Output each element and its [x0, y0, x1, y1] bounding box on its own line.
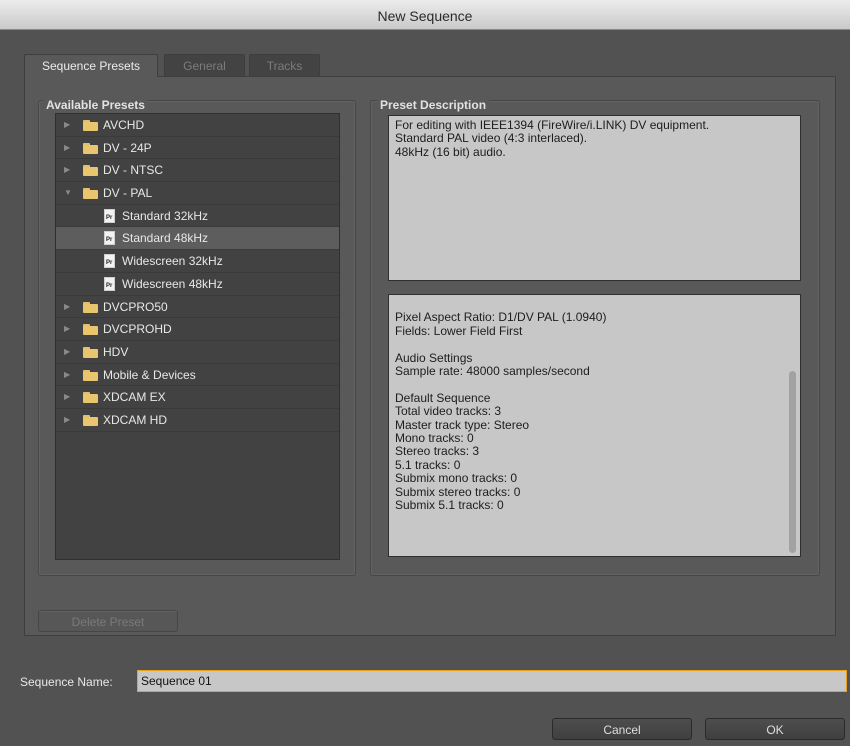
folder-icon: [83, 346, 98, 358]
preset-description-summary: For editing with IEEE1394 (FireWire/i.LI…: [388, 115, 801, 281]
tree-item-label: Mobile & Devices: [103, 367, 196, 382]
cancel-button[interactable]: Cancel: [552, 718, 692, 740]
tree-item-label: XDCAM EX: [103, 390, 166, 405]
tree-folder-row[interactable]: ▶ DVCPRO50: [56, 296, 339, 319]
delete-preset-button[interactable]: Delete Preset: [38, 610, 178, 632]
folder-icon: [83, 324, 98, 336]
tree-item-label: DV - NTSC: [103, 163, 163, 178]
window-title: New Sequence: [377, 8, 473, 24]
tree-item-label: DVCPROHD: [103, 322, 172, 337]
preset-file-icon-text: Pr: [106, 260, 113, 267]
preset-description-details: Pixel Aspect Ratio: D1/DV PAL (1.0940) F…: [388, 294, 801, 557]
disclosure-collapsed-icon[interactable]: ▶: [64, 114, 74, 136]
tree-item-label: XDCAM HD: [103, 412, 168, 427]
preset-file-icon: Pr: [104, 208, 115, 223]
preset-description-title: Preset Description: [377, 98, 490, 112]
tree-item-label: Standard 48kHz: [122, 231, 209, 246]
tree-folder-row[interactable]: ▶ Mobile & Devices: [56, 364, 339, 387]
folder-icon: [83, 392, 98, 404]
tree-item-label: DV - PAL: [103, 186, 153, 201]
tree-folder-row[interactable]: ▶ HDV: [56, 341, 339, 364]
folder-icon: [83, 165, 98, 177]
tree-preset-row[interactable]: Pr Standard 32kHz: [56, 205, 339, 228]
disclosure-collapsed-icon[interactable]: ▶: [64, 341, 74, 363]
disclosure-collapsed-icon[interactable]: ▶: [64, 364, 74, 386]
tab-general[interactable]: General: [164, 54, 245, 76]
tree-preset-row[interactable]: Pr Standard 48kHz: [56, 227, 339, 251]
ok-button[interactable]: OK: [705, 718, 845, 740]
disclosure-collapsed-icon[interactable]: ▶: [64, 318, 74, 340]
tree-folder-row[interactable]: ▶ XDCAM HD: [56, 409, 339, 432]
tree-item-label: Widescreen 48kHz: [122, 276, 223, 291]
window-titlebar: New Sequence: [0, 0, 850, 30]
presets-tree[interactable]: ▶ AVCHD ▶ DV - 24P ▶ DV - NTSC ▼ DV - PAL Pr Stan…: [55, 113, 340, 560]
tab-sequence-presets[interactable]: Sequence Presets: [24, 54, 158, 77]
tree-folder-row[interactable]: ▼ DV - PAL: [56, 182, 339, 205]
tree-item-label: Widescreen 32kHz: [122, 254, 223, 269]
tree-item-label: HDV: [103, 344, 129, 359]
disclosure-collapsed-icon[interactable]: ▶: [64, 159, 74, 181]
tab-tracks[interactable]: Tracks: [249, 54, 320, 76]
folder-icon: [83, 188, 98, 200]
sequence-name-input[interactable]: [137, 670, 847, 692]
disclosure-collapsed-icon[interactable]: ▶: [64, 409, 74, 431]
tree-item-label: DV - 24P: [103, 140, 152, 155]
preset-file-icon-text: Pr: [106, 214, 113, 221]
preset-file-icon: Pr: [104, 231, 115, 246]
folder-icon: [83, 301, 98, 313]
preset-details-text: Pixel Aspect Ratio: D1/DV PAL (1.0940) F…: [395, 310, 607, 513]
details-scrollbar[interactable]: [789, 371, 796, 553]
disclosure-collapsed-icon[interactable]: ▶: [64, 137, 74, 159]
folder-icon: [83, 120, 98, 131]
tree-folder-row[interactable]: ▶ DV - NTSC: [56, 159, 339, 183]
sequence-name-label: Sequence Name:: [20, 675, 113, 689]
tree-item-label: AVCHD: [103, 118, 145, 132]
folder-icon: [83, 142, 98, 154]
folder-icon: [83, 414, 98, 426]
tree-folder-row[interactable]: ▶ DVCPROHD: [56, 318, 339, 341]
preset-file-icon: Pr: [104, 254, 115, 269]
available-presets-title: Available Presets: [43, 98, 148, 112]
tree-item-label: Standard 32kHz: [122, 208, 209, 223]
disclosure-collapsed-icon[interactable]: ▶: [64, 386, 74, 408]
tree-item-label: DVCPRO50: [103, 299, 168, 314]
tree-folder-row[interactable]: ▶ DV - 24P: [56, 137, 339, 160]
tree-folder-row[interactable]: ▶ XDCAM EX: [56, 386, 339, 409]
disclosure-expanded-icon[interactable]: ▼: [64, 182, 74, 204]
tree-preset-row[interactable]: Pr Widescreen 48kHz: [56, 273, 339, 296]
disclosure-collapsed-icon[interactable]: ▶: [64, 296, 74, 318]
preset-file-icon-text: Pr: [106, 237, 113, 244]
folder-icon: [83, 369, 98, 381]
tree-folder-row[interactable]: ▶ AVCHD: [56, 114, 339, 137]
preset-file-icon-text: Pr: [106, 282, 113, 289]
preset-file-icon: Pr: [104, 276, 115, 291]
tree-preset-row[interactable]: Pr Widescreen 32kHz: [56, 250, 339, 273]
